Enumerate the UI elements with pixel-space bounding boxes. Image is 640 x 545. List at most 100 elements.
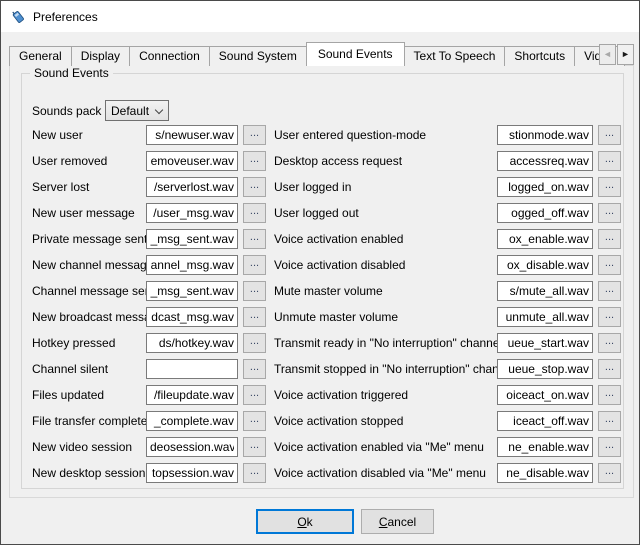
browse-button[interactable]: ... [243, 151, 266, 171]
sound-event-label: Server lost [32, 180, 146, 194]
sound-event-label: Transmit stopped in "No interruption" ch… [274, 362, 497, 376]
sound-event-row: New user message ... [32, 200, 266, 226]
title-bar[interactable]: Preferences [1, 1, 639, 32]
browse-button[interactable]: ... [243, 255, 266, 275]
sound-events-left-column: New user ... User removed ... Server los… [32, 122, 266, 486]
sound-event-label: Desktop access request [274, 154, 497, 168]
sound-file-input[interactable] [146, 281, 238, 301]
sound-event-label: User logged in [274, 180, 497, 194]
browse-button[interactable]: ... [598, 177, 621, 197]
sound-file-input[interactable] [497, 255, 593, 275]
sound-event-row: Voice activation enabled ... [274, 226, 621, 252]
sound-event-row: Voice activation triggered ... [274, 382, 621, 408]
sound-event-row: Voice activation disabled via "Me" menu … [274, 460, 621, 486]
sound-file-input[interactable] [497, 307, 593, 327]
chevron-down-icon [155, 106, 163, 114]
browse-button[interactable]: ... [243, 281, 266, 301]
sound-event-label: New video session [32, 440, 146, 454]
sound-event-row: Transmit stopped in "No interruption" ch… [274, 356, 621, 382]
sound-file-input[interactable] [146, 203, 238, 223]
browse-button[interactable]: ... [598, 359, 621, 379]
tab-scroller: ◄ ► [598, 44, 634, 65]
browse-button[interactable]: ... [243, 333, 266, 353]
sound-file-input[interactable] [146, 125, 238, 145]
sound-file-input[interactable] [497, 229, 593, 249]
tab-connection[interactable]: Connection [129, 46, 210, 66]
tab-general[interactable]: General [9, 46, 72, 66]
sound-event-row: New video session ... [32, 434, 266, 460]
tab-pane: Sound Events Sounds pack Default New use… [9, 65, 634, 498]
browse-button[interactable]: ... [243, 385, 266, 405]
sound-event-label: Private message sent [32, 232, 146, 246]
sound-event-row: New broadcast message ... [32, 304, 266, 330]
browse-button[interactable]: ... [243, 307, 266, 327]
ok-button[interactable]: Ok [256, 509, 354, 534]
sound-file-input[interactable] [146, 411, 238, 431]
browse-button[interactable]: ... [598, 125, 621, 145]
browse-button[interactable]: ... [243, 125, 266, 145]
sound-file-input[interactable] [497, 437, 593, 457]
browse-button[interactable]: ... [243, 359, 266, 379]
browse-button[interactable]: ... [598, 411, 621, 431]
sounds-pack-value: Default [111, 104, 149, 118]
browse-button[interactable]: ... [598, 333, 621, 353]
browse-button[interactable]: ... [243, 203, 266, 223]
sound-event-row: Voice activation disabled ... [274, 252, 621, 278]
sound-file-input[interactable] [497, 151, 593, 171]
sound-events-groupbox: Sound Events Sounds pack Default New use… [21, 73, 624, 489]
sound-file-input[interactable] [146, 463, 238, 483]
sound-file-input[interactable] [146, 307, 238, 327]
browse-button[interactable]: ... [598, 203, 621, 223]
cancel-button[interactable]: Cancel [361, 509, 434, 534]
browse-button[interactable]: ... [598, 151, 621, 171]
sound-file-input[interactable] [146, 437, 238, 457]
sound-file-input[interactable] [497, 125, 593, 145]
walkie-talkie-icon [10, 9, 26, 25]
sound-file-input[interactable] [497, 359, 593, 379]
sound-file-input[interactable] [146, 333, 238, 353]
sound-event-row: User entered question-mode ... [274, 122, 621, 148]
sound-file-input[interactable] [497, 463, 593, 483]
browse-button[interactable]: ... [243, 463, 266, 483]
sound-event-label: Mute master volume [274, 284, 497, 298]
tab-scroll-left-icon[interactable]: ◄ [599, 44, 616, 65]
browse-button[interactable]: ... [598, 281, 621, 301]
browse-button[interactable]: ... [598, 437, 621, 457]
browse-button[interactable]: ... [243, 177, 266, 197]
sound-event-row: Unmute master volume ... [274, 304, 621, 330]
sound-file-input[interactable] [497, 177, 593, 197]
browse-button[interactable]: ... [598, 385, 621, 405]
browse-button[interactable]: ... [598, 255, 621, 275]
tab-sound-events[interactable]: Sound Events [306, 42, 405, 66]
sound-file-input[interactable] [146, 255, 238, 275]
browse-button[interactable]: ... [243, 437, 266, 457]
sound-file-input[interactable] [497, 333, 593, 353]
sound-file-input[interactable] [146, 385, 238, 405]
sound-event-row: New desktop session ... [32, 460, 266, 486]
tab-text-to-speech[interactable]: Text To Speech [404, 46, 506, 66]
sound-event-row: Mute master volume ... [274, 278, 621, 304]
sound-file-input[interactable] [146, 151, 238, 171]
browse-button[interactable]: ... [598, 307, 621, 327]
sound-file-input[interactable] [497, 385, 593, 405]
tab-scroll-right-icon[interactable]: ► [617, 44, 634, 65]
sound-file-input[interactable] [146, 359, 238, 379]
tab-shortcuts[interactable]: Shortcuts [504, 46, 575, 66]
sound-event-label: Unmute master volume [274, 310, 497, 324]
browse-button[interactable]: ... [243, 229, 266, 249]
browse-button[interactable]: ... [243, 411, 266, 431]
browse-button[interactable]: ... [598, 463, 621, 483]
tab-display[interactable]: Display [71, 46, 130, 66]
tab-sound-system[interactable]: Sound System [209, 46, 307, 66]
sound-event-label: Voice activation disabled via "Me" menu [274, 466, 497, 480]
sound-event-label: User entered question-mode [274, 128, 497, 142]
sounds-pack-select[interactable]: Default [105, 100, 169, 121]
browse-button[interactable]: ... [598, 229, 621, 249]
sound-file-input[interactable] [146, 177, 238, 197]
sound-file-input[interactable] [497, 411, 593, 431]
sound-file-input[interactable] [497, 281, 593, 301]
sound-file-input[interactable] [497, 203, 593, 223]
sound-file-input[interactable] [146, 229, 238, 249]
sound-event-label: Voice activation stopped [274, 414, 497, 428]
sound-event-label: Voice activation enabled [274, 232, 497, 246]
